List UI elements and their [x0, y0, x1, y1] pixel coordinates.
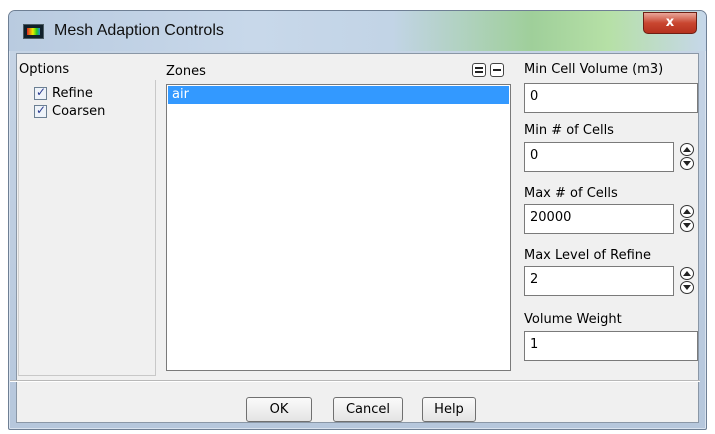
max-level-refine-spinner[interactable] — [680, 266, 697, 296]
zones-list[interactable]: air — [166, 84, 511, 371]
zone-item-air[interactable]: air — [168, 86, 509, 104]
window-title: Mesh Adaption Controls — [54, 22, 224, 39]
deselect-all-icon[interactable] — [490, 63, 504, 77]
volume-weight-input[interactable]: 1 — [524, 331, 698, 361]
spinner-down-icon[interactable] — [680, 281, 694, 294]
refine-label: Refine — [52, 86, 93, 101]
volume-weight-label: Volume Weight — [524, 312, 622, 327]
spinner-up-icon[interactable] — [680, 267, 694, 280]
spinner-down-icon[interactable] — [680, 157, 694, 170]
zones-label: Zones — [166, 64, 206, 79]
help-button[interactable]: Help — [422, 397, 476, 422]
coarsen-label: Coarsen — [52, 104, 106, 119]
options-group — [18, 80, 156, 376]
spinner-up-icon[interactable] — [680, 205, 694, 218]
coarsen-checkbox-row[interactable]: Coarsen — [34, 103, 106, 119]
max-cells-label: Max # of Cells — [524, 186, 618, 201]
min-cells-label: Min # of Cells — [524, 123, 614, 138]
title-bar[interactable]: Mesh Adaption Controls x — [9, 11, 706, 51]
refine-checkbox[interactable] — [34, 85, 47, 100]
max-cells-spinner[interactable] — [680, 204, 697, 234]
coarsen-checkbox[interactable] — [34, 103, 47, 118]
min-cell-volume-label: Min Cell Volume (m3) — [524, 62, 664, 77]
max-cells-input[interactable]: 20000 — [524, 204, 674, 234]
spinner-down-icon[interactable] — [680, 219, 694, 232]
refine-checkbox-row[interactable]: Refine — [34, 85, 93, 101]
spinner-up-icon[interactable] — [680, 143, 694, 156]
close-button[interactable]: x — [643, 12, 697, 34]
app-icon — [23, 24, 44, 39]
cancel-button[interactable]: Cancel — [333, 397, 403, 422]
button-separator — [10, 380, 700, 382]
options-label: Options — [19, 62, 70, 77]
min-cell-volume-input[interactable]: 0 — [524, 83, 698, 113]
min-cells-spinner[interactable] — [680, 142, 697, 172]
ok-button[interactable]: OK — [246, 397, 312, 422]
min-cells-input[interactable]: 0 — [524, 142, 674, 172]
max-level-refine-label: Max Level of Refine — [524, 248, 651, 263]
select-all-icon[interactable] — [472, 63, 486, 77]
max-level-refine-input[interactable]: 2 — [524, 266, 674, 296]
